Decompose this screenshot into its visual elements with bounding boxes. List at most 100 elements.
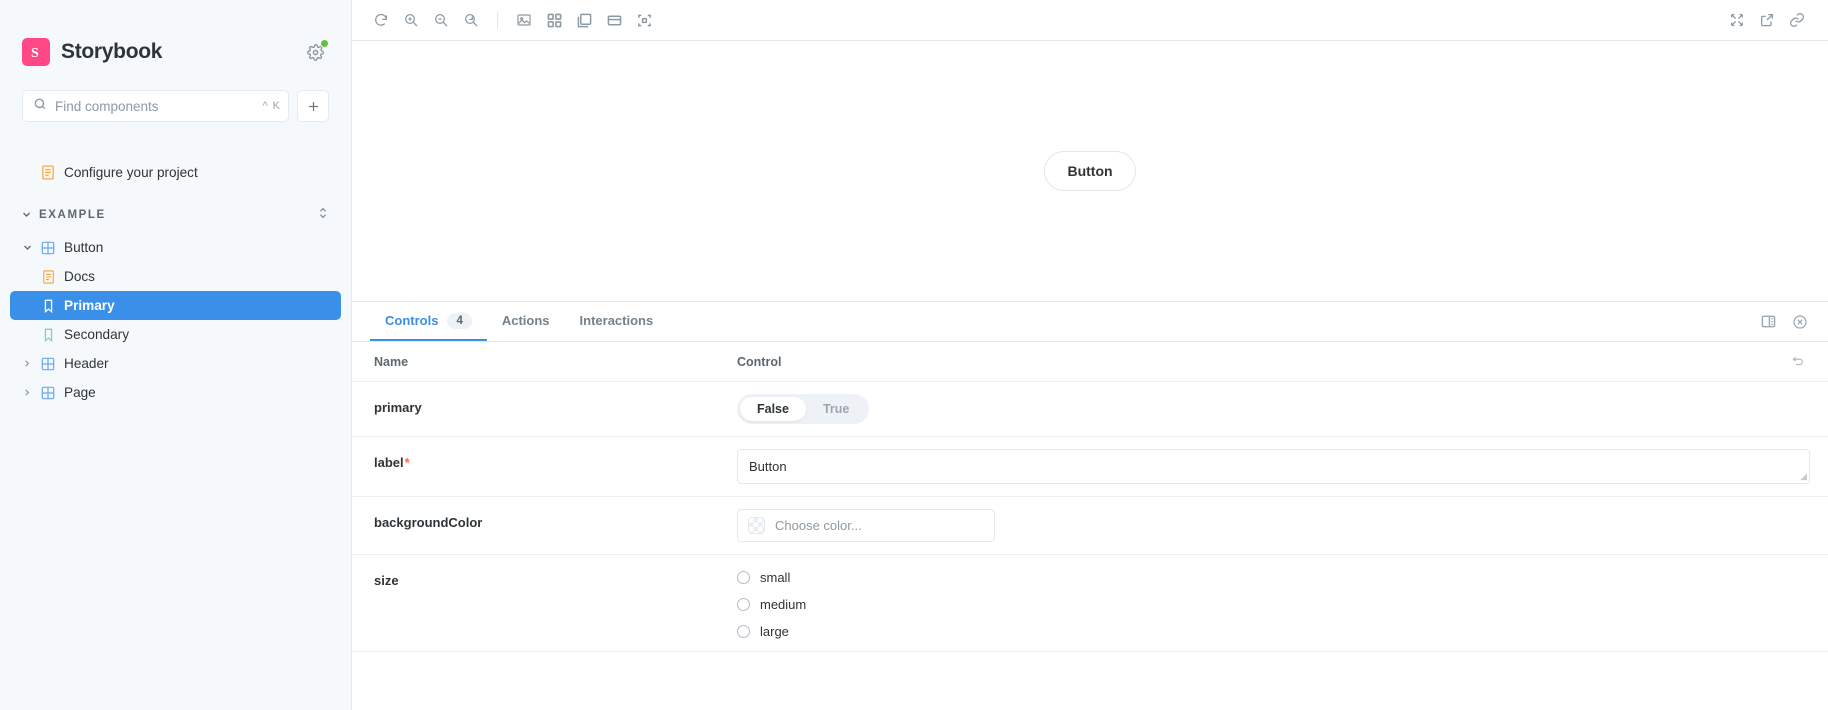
- remount-icon[interactable]: [366, 6, 396, 34]
- sidebar: S Storybook Find components ^ K Configur…: [0, 0, 352, 710]
- component-icon: [40, 386, 56, 400]
- chevron-down-icon: [22, 206, 31, 224]
- preview-toolbar: [352, 0, 1828, 41]
- zoom-reset-icon[interactable]: [456, 6, 486, 34]
- column-header-control: Control: [737, 354, 782, 369]
- search-box[interactable]: ^ K: [22, 90, 289, 122]
- radio-option-small[interactable]: small: [737, 570, 1810, 585]
- toolbar-left-group: [366, 6, 659, 34]
- color-picker-backgroundcolor[interactable]: Choose color...: [737, 509, 995, 542]
- required-asterisk: *: [404, 455, 410, 470]
- color-placeholder-text: Choose color...: [775, 518, 862, 533]
- svg-text:S: S: [31, 46, 39, 61]
- control-name-label: backgroundColor: [374, 515, 483, 530]
- close-panel-icon[interactable]: [1786, 308, 1814, 336]
- radio-dot-icon[interactable]: [737, 625, 750, 638]
- sidebar-item-label: Docs: [64, 269, 95, 284]
- sidebar-item-label: Header: [64, 356, 109, 371]
- sidebar-search-row: ^ K: [0, 90, 351, 122]
- column-header-name: Name: [374, 354, 409, 369]
- addon-panel: Controls 4 Actions Interactions Name Con…: [352, 301, 1828, 710]
- brand[interactable]: S Storybook: [22, 38, 162, 66]
- controls-table-header: Name Control: [352, 342, 1828, 382]
- main-area: Button Controls 4 Actions Interactions N…: [352, 0, 1828, 710]
- grid-icon[interactable]: [539, 6, 569, 34]
- color-swatch-icon[interactable]: [748, 517, 765, 534]
- panel-position-icon[interactable]: [1754, 308, 1782, 336]
- sidebar-item-label: Primary: [64, 298, 115, 313]
- control-row-primary: primary False True: [352, 382, 1828, 437]
- tab-actions[interactable]: Actions: [487, 302, 565, 341]
- chevron-down-icon: [22, 243, 32, 252]
- shortcuts-gear-icon[interactable]: [301, 38, 329, 66]
- sidebar-item-page[interactable]: Page: [10, 378, 341, 407]
- outline-icon[interactable]: [629, 6, 659, 34]
- radio-option-medium[interactable]: medium: [737, 597, 1810, 612]
- toolbar-divider: [497, 11, 498, 29]
- sidebar-item-button[interactable]: Button: [10, 233, 341, 262]
- control-value: Choose color...: [737, 497, 1810, 554]
- open-new-tab-icon[interactable]: [1752, 6, 1782, 34]
- radio-option-large[interactable]: large: [737, 624, 1810, 639]
- chevron-right-icon: [22, 388, 32, 397]
- component-icon: [40, 241, 56, 255]
- radio-label: small: [760, 570, 791, 585]
- sidebar-header: S Storybook: [0, 0, 351, 76]
- text-input-label[interactable]: [737, 449, 1810, 484]
- radio-label: medium: [760, 597, 807, 612]
- control-name: backgroundColor: [374, 497, 737, 530]
- kbd-ctrl: ^: [262, 100, 268, 112]
- controls-table: Name Control primary False True label* B…: [352, 342, 1828, 710]
- document-icon: [40, 165, 56, 180]
- add-component-button[interactable]: [297, 90, 329, 122]
- control-row-label: label* ◢: [352, 437, 1828, 497]
- chevron-right-icon: [22, 359, 32, 368]
- toolbar-right-group: [1722, 6, 1812, 34]
- story-preview-canvas: Button: [352, 41, 1828, 301]
- radio-dot-icon[interactable]: [737, 571, 750, 584]
- search-input[interactable]: [55, 98, 255, 114]
- sidebar-item-docs[interactable]: Docs: [10, 262, 341, 291]
- status-dot: [320, 39, 329, 48]
- sidebar-item-secondary[interactable]: Secondary: [10, 320, 341, 349]
- tab-label: Actions: [501, 313, 550, 328]
- toggle-option-false[interactable]: False: [740, 397, 806, 421]
- sidebar-item-configure-your-project[interactable]: Configure your project: [10, 158, 341, 187]
- zoom-in-icon[interactable]: [396, 6, 426, 34]
- search-shortcut-hint: ^ K: [262, 100, 280, 112]
- measure-icon[interactable]: [569, 6, 599, 34]
- storybook-logo-icon: S: [22, 38, 50, 66]
- reset-controls-icon[interactable]: [1784, 349, 1810, 375]
- control-name-label: primary: [374, 400, 422, 415]
- search-icon: [33, 97, 47, 116]
- tab-controls[interactable]: Controls 4: [370, 302, 487, 341]
- control-name-label: size: [374, 573, 399, 588]
- sidebar-item-primary[interactable]: Primary: [10, 291, 341, 320]
- sidebar-group-label: EXAMPLE: [39, 209, 106, 221]
- copy-link-icon[interactable]: [1782, 6, 1812, 34]
- zoom-out-icon[interactable]: [426, 6, 456, 34]
- sidebar-item-header[interactable]: Header: [10, 349, 341, 378]
- control-row-backgroundcolor: backgroundColor Choose color...: [352, 497, 1828, 555]
- sidebar-group-example[interactable]: EXAMPLE: [10, 201, 341, 229]
- addon-panel-tabs: Controls 4 Actions Interactions: [352, 302, 1828, 342]
- control-name: label*: [374, 437, 737, 470]
- expand-collapse-all-icon[interactable]: [317, 206, 329, 225]
- sidebar-item-label: Configure your project: [64, 165, 198, 180]
- tab-label: Interactions: [579, 313, 654, 328]
- control-value: small medium large: [737, 555, 1810, 651]
- viewport-icon[interactable]: [599, 6, 629, 34]
- toggle-option-true[interactable]: True: [806, 397, 866, 421]
- sidebar-item-label: Page: [64, 385, 96, 400]
- control-row-size: size small medium large: [352, 555, 1828, 652]
- fullscreen-icon[interactable]: [1722, 6, 1752, 34]
- preview-button[interactable]: Button: [1044, 151, 1136, 191]
- boolean-toggle-primary[interactable]: False True: [737, 394, 870, 424]
- background-image-icon[interactable]: [509, 6, 539, 34]
- story-bookmark-icon: [40, 299, 56, 313]
- tab-interactions[interactable]: Interactions: [565, 302, 669, 341]
- radio-dot-icon[interactable]: [737, 598, 750, 611]
- document-icon: [40, 269, 56, 284]
- control-value: ◢: [737, 437, 1810, 496]
- component-icon: [40, 357, 56, 371]
